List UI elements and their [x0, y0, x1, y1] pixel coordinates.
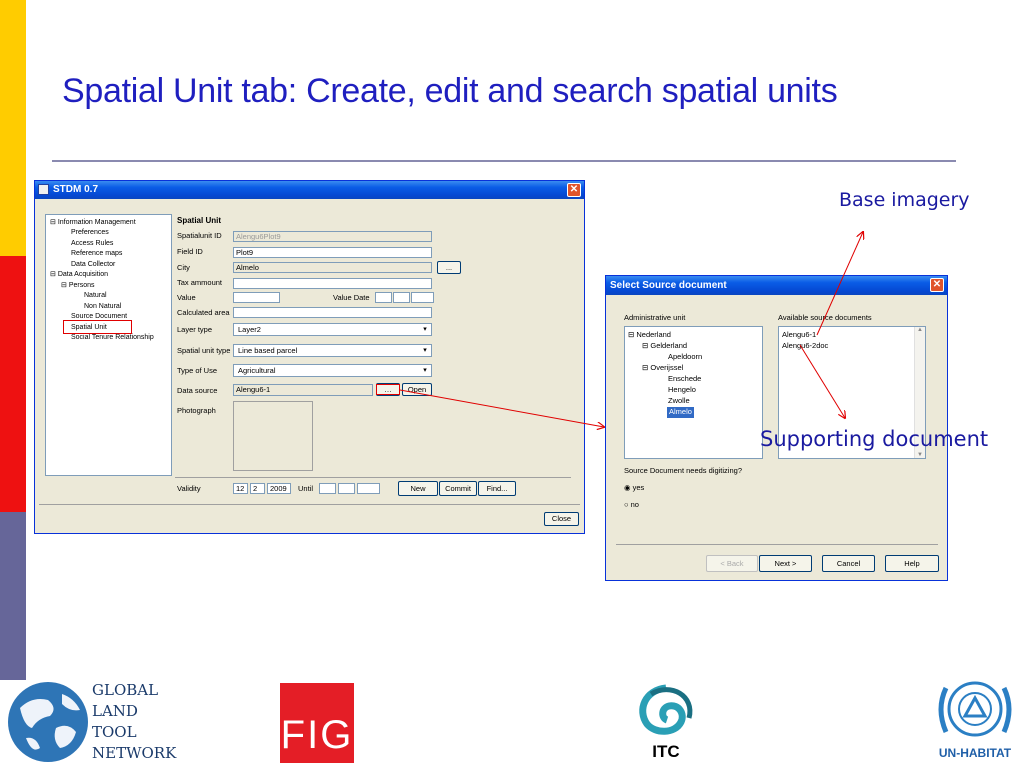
unhabitat-logo: UN-HABITAT	[926, 672, 1024, 766]
arrow-to-dialog	[399, 389, 604, 427]
fig-logo: FIG	[280, 683, 354, 763]
globe-icon	[8, 682, 88, 762]
arrow-supporting-document	[799, 344, 845, 418]
gltn-line-2: LAND	[92, 702, 138, 720]
un-emblem-icon	[938, 681, 1012, 737]
gltn-line-3: TOOL	[92, 723, 137, 741]
gltn-line-1: GLOBAL	[92, 681, 159, 699]
gltn-line-4: NETWORK	[92, 744, 177, 762]
itc-swirl-icon	[639, 684, 693, 735]
fig-logo-text: FIG	[280, 713, 354, 757]
annotation-arrows	[399, 0, 1024, 768]
itc-logo: ITC	[631, 680, 701, 764]
arrow-base-imagery	[816, 232, 863, 336]
itc-logo-text: ITC	[652, 742, 680, 761]
unhabitat-logo-text: UN-HABITAT	[938, 746, 1012, 760]
gltn-logo: GLOBAL LAND TOOL NETWORK	[0, 678, 180, 766]
